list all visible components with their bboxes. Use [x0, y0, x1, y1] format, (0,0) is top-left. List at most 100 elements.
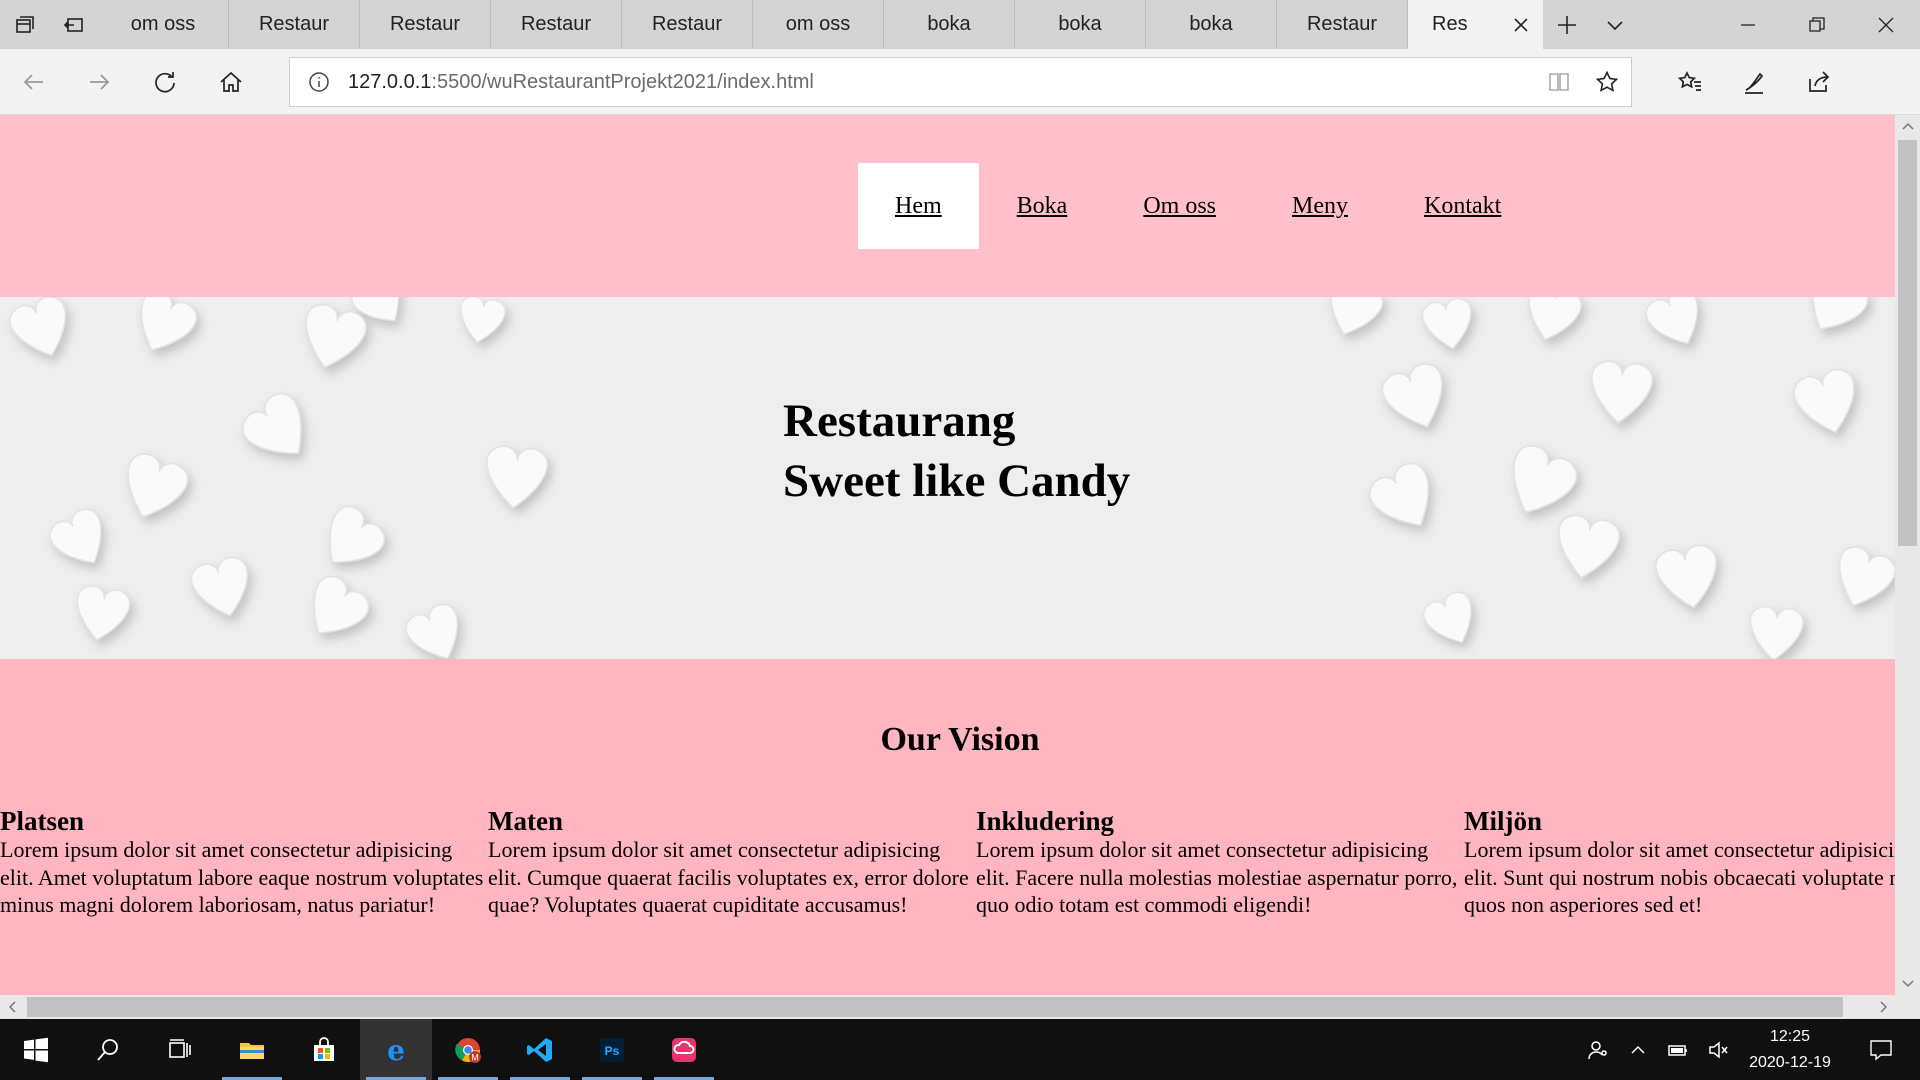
- nav-link-meny[interactable]: Meny: [1254, 163, 1386, 249]
- task-view-icon[interactable]: [144, 1019, 216, 1080]
- vscode-icon[interactable]: [504, 1019, 576, 1080]
- tab-title: boka: [1189, 13, 1233, 35]
- pen-notes-icon[interactable]: [1729, 57, 1779, 107]
- vision-heading: Platsen: [0, 806, 84, 836]
- browser-tab[interactable]: om oss: [753, 0, 884, 49]
- browser-tab[interactable]: Restaur: [360, 0, 491, 49]
- tab-title: om oss: [785, 13, 851, 35]
- forward-arrow-icon[interactable]: [74, 57, 124, 107]
- hero-title: Restaurang Sweet like Candy: [783, 391, 1130, 511]
- horizontal-scroll-thumb[interactable]: [27, 997, 1843, 1017]
- url-text: 127.0.0.1:5500/wuRestaurantProjekt2021/i…: [348, 71, 814, 94]
- close-tab-icon[interactable]: [1511, 15, 1531, 35]
- tab-title: Restaur: [651, 13, 723, 35]
- svg-text:Ps: Ps: [605, 1044, 620, 1058]
- nav-link-kontakt[interactable]: Kontakt: [1386, 163, 1539, 249]
- set-tabs-aside-icon[interactable]: [49, 0, 98, 49]
- vision-column: Inkludering Lorem ipsum dolor sit amet c…: [976, 806, 1464, 919]
- search-icon[interactable]: [72, 1019, 144, 1080]
- scroll-left-icon[interactable]: [0, 995, 25, 1019]
- reading-view-icon[interactable]: [1535, 70, 1583, 94]
- site-info-icon[interactable]: [290, 71, 348, 93]
- vision-text: Lorem ipsum dolor sit amet consectetur a…: [488, 837, 969, 917]
- address-bar[interactable]: 127.0.0.1:5500/wuRestaurantProjekt2021/i…: [289, 57, 1632, 107]
- nav-link-boka[interactable]: Boka: [979, 163, 1106, 249]
- battery-icon[interactable]: [1658, 1039, 1698, 1061]
- hero-title-line1: Restaurang: [783, 395, 1016, 447]
- tab-title: boka: [927, 13, 971, 35]
- vision-text: Lorem ipsum dolor sit amet consectetur a…: [0, 837, 484, 917]
- hero-banner: Restaurang Sweet like Candy: [0, 297, 1895, 659]
- home-icon[interactable]: [206, 57, 256, 107]
- creative-cloud-icon[interactable]: [648, 1019, 720, 1080]
- site-nav: Hem Boka Om oss Meny Kontakt: [858, 163, 1539, 249]
- favorites-hub-icon[interactable]: [1665, 57, 1715, 107]
- action-center-icon[interactable]: [1842, 1037, 1920, 1063]
- svg-text:M: M: [471, 1052, 479, 1062]
- close-window-icon[interactable]: [1851, 0, 1920, 49]
- clock-date: 2020-12-19: [1749, 1053, 1831, 1071]
- tab-title: Res: [1432, 13, 1468, 35]
- svg-text:e: e: [387, 1036, 405, 1064]
- site-header: Hem Boka Om oss Meny Kontakt: [0, 115, 1895, 297]
- tab-list-chevron-icon[interactable]: [1591, 0, 1639, 49]
- back-arrow-icon[interactable]: [9, 57, 59, 107]
- horizontal-scrollbar[interactable]: [0, 995, 1895, 1019]
- url-host: 127.0.0.1: [348, 70, 432, 93]
- store-icon[interactable]: [288, 1019, 360, 1080]
- taskbar-clock[interactable]: 12:25 2020-12-19: [1738, 1024, 1842, 1076]
- vertical-scroll-thumb[interactable]: [1898, 140, 1917, 546]
- browser-tab[interactable]: boka: [884, 0, 1015, 49]
- vision-heading: Miljön: [1464, 806, 1542, 836]
- hero-title-line2: Sweet like Candy: [783, 455, 1131, 507]
- volume-muted-icon[interactable]: [1698, 1039, 1738, 1061]
- vision-column: Maten Lorem ipsum dolor sit amet consect…: [488, 806, 976, 919]
- clock-time: 12:25: [1769, 1027, 1811, 1045]
- tab-title: Restaur: [258, 13, 330, 35]
- scroll-right-icon[interactable]: [1870, 995, 1895, 1019]
- vision-text: Lorem ipsum dolor sit amet consectetur a…: [1464, 837, 1895, 917]
- browser-tab[interactable]: Restaur: [229, 0, 360, 49]
- scroll-up-icon[interactable]: [1895, 115, 1920, 139]
- page-viewport: Hem Boka Om oss Meny Kontakt Restaurang …: [0, 115, 1895, 995]
- nav-link-hem[interactable]: Hem: [858, 163, 979, 249]
- nav-link-om-oss[interactable]: Om oss: [1105, 163, 1254, 249]
- browser-tab-active[interactable]: Res: [1408, 0, 1543, 49]
- windows-start-icon[interactable]: [0, 1019, 72, 1080]
- browser-tab[interactable]: Restaur: [1277, 0, 1408, 49]
- scroll-down-icon[interactable]: [1895, 971, 1920, 995]
- windows-taskbar: e M Ps 12:25 2020-12-19: [0, 1019, 1920, 1080]
- browser-tab[interactable]: boka: [1146, 0, 1277, 49]
- file-explorer-icon[interactable]: [216, 1019, 288, 1080]
- show-hidden-icons-chevron-icon[interactable]: [1618, 1039, 1658, 1061]
- tab-title: om oss: [130, 13, 196, 35]
- browser-toolbar: 127.0.0.1:5500/wuRestaurantProjekt2021/i…: [0, 49, 1920, 115]
- vertical-scrollbar[interactable]: [1895, 115, 1920, 995]
- browser-tab[interactable]: Restaur: [622, 0, 753, 49]
- vision-section: Our Vision Platsen Lorem ipsum dolor sit…: [0, 659, 1895, 995]
- browser-tab[interactable]: Restaur: [491, 0, 622, 49]
- more-menu-icon[interactable]: [1861, 57, 1911, 107]
- chrome-icon[interactable]: M: [432, 1019, 504, 1080]
- people-icon[interactable]: [1578, 1039, 1618, 1061]
- vision-column: Platsen Lorem ipsum dolor sit amet conse…: [0, 806, 488, 919]
- minimize-icon[interactable]: [1713, 0, 1782, 49]
- tab-title: Restaur: [520, 13, 592, 35]
- tab-preview-icon[interactable]: [0, 0, 49, 49]
- share-icon[interactable]: [1794, 57, 1844, 107]
- tab-title: Restaur: [389, 13, 461, 35]
- favorite-star-icon[interactable]: [1583, 70, 1631, 94]
- vision-column: Miljön Lorem ipsum dolor sit amet consec…: [1464, 806, 1895, 919]
- vision-heading: Inkludering: [976, 806, 1115, 836]
- refresh-icon[interactable]: [140, 57, 190, 107]
- browser-tab[interactable]: om oss: [98, 0, 229, 49]
- browser-tab-strip: om oss Restaur Restaur Restaur Restaur o…: [0, 0, 1920, 49]
- vision-columns: Platsen Lorem ipsum dolor sit amet conse…: [0, 806, 1895, 919]
- new-tab-icon[interactable]: [1543, 0, 1591, 49]
- vision-title: Our Vision: [880, 721, 1040, 758]
- browser-tab[interactable]: boka: [1015, 0, 1146, 49]
- tab-title: Restaur: [1306, 13, 1378, 35]
- photoshop-icon[interactable]: Ps: [576, 1019, 648, 1080]
- edge-browser-icon[interactable]: e: [360, 1019, 432, 1080]
- restore-icon[interactable]: [1782, 0, 1851, 49]
